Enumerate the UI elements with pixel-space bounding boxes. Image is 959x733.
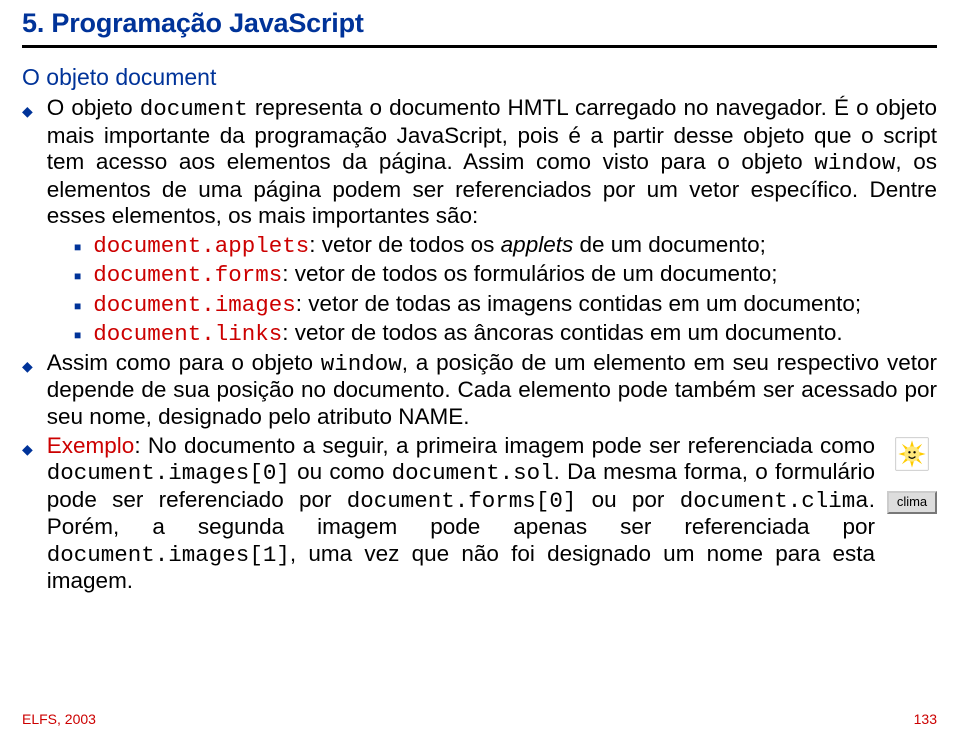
code-window: window [321,351,402,377]
list-text: document.forms: vetor de todos os formul… [93,261,937,289]
properties-list: ■ document.applets: vetor de todos os ap… [74,232,937,348]
square-icon: ■ [74,269,81,283]
clima-button: clima [887,491,937,514]
diamond-icon: ◆ [22,358,33,375]
title-divider [22,45,937,48]
list-text: document.applets: vetor de todos os appl… [93,232,937,260]
section-title: O objeto document [22,64,937,91]
bullet-item-intro: ◆ O objeto document representa o documen… [22,95,937,230]
page-title: 5. Programação JavaScript [22,8,937,39]
text: : No documento a seguir, a primeira imag… [134,433,875,458]
text: : vetor de todas as imagens contidas em … [296,291,861,316]
sun-icon [895,437,929,471]
code-images: document.images [93,292,296,318]
text: : vetor de todos os formulários de um do… [282,261,777,286]
side-images: clima [887,437,937,514]
bullet-item-example: ◆ Exemplo: No documento a seguir, a prim… [22,433,937,595]
intro-text: O objeto document representa o documento… [47,95,937,230]
footer: ELFS, 2003 133 [22,711,937,727]
diamond-icon: ◆ [22,441,33,458]
list-text: document.images: vetor de todas as image… [93,291,937,319]
position-text: Assim como para o objeto window, a posiç… [47,350,937,431]
square-icon: ■ [74,240,81,254]
text: : vetor de todos as âncoras contidas em … [282,320,842,345]
list-text: document.links: vetor de todos as âncora… [93,320,937,348]
square-icon: ■ [74,328,81,342]
text: Assim como para o objeto [47,350,321,375]
content-body: ◆ O objeto document representa o documen… [22,95,937,595]
footer-left: ELFS, 2003 [22,711,96,727]
code-applets: document.applets [93,233,309,259]
diamond-icon: ◆ [22,103,33,120]
text: de um documento; [573,232,766,257]
code-images-1: document.images[1] [47,542,290,568]
code-window: window [814,150,895,176]
code-forms-0: document.forms[0] [347,488,577,514]
text: : vetor de todos os [309,232,500,257]
text: ou como [290,459,392,484]
bullet-item-position: ◆ Assim como para o objeto window, a pos… [22,350,937,431]
code-links: document.links [93,321,282,347]
text: O objeto [47,95,140,120]
code-clima: document.clima [680,488,869,514]
list-item-forms: ■ document.forms: vetor de todos os form… [74,261,937,289]
code-document: document [140,96,248,122]
footer-right: 133 [914,711,937,727]
code-sol: document.sol [392,460,554,486]
text: ou por [576,487,679,512]
code-images-0: document.images[0] [47,460,290,486]
list-item-applets: ■ document.applets: vetor de todos os ap… [74,232,937,260]
list-item-images: ■ document.images: vetor de todas as ima… [74,291,937,319]
square-icon: ■ [74,299,81,313]
code-forms: document.forms [93,262,282,288]
list-item-links: ■ document.links: vetor de todos as ânco… [74,320,937,348]
italic-applets: applets [501,232,574,257]
example-text: Exemplo: No documento a seguir, a primei… [47,433,875,595]
example-label: Exemplo [47,433,135,458]
